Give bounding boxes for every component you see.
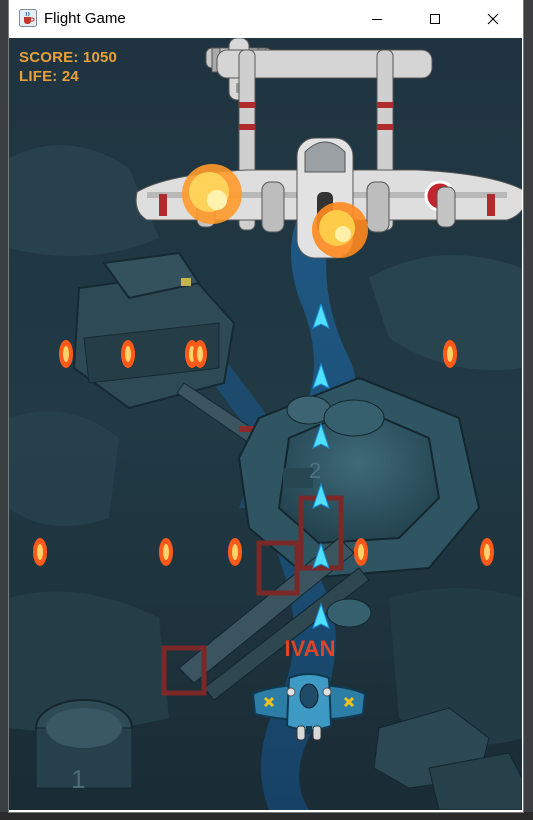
enemy-bullet <box>159 538 173 566</box>
close-icon <box>487 13 499 25</box>
player-bullet <box>312 602 330 629</box>
maximize-icon <box>430 14 440 24</box>
enemy-bullets-row-2 <box>33 538 494 566</box>
boss-enemy-plane <box>135 49 522 259</box>
maximize-button[interactable] <box>412 0 458 38</box>
player-bullet <box>312 482 330 509</box>
explosion-right <box>312 202 368 258</box>
enemy-bullet <box>59 340 73 368</box>
minimize-button[interactable] <box>354 0 400 38</box>
enemy-bullets-row-1 <box>59 340 457 368</box>
enemy-bullet <box>480 538 494 566</box>
title-bar[interactable]: Flight Game <box>9 0 523 38</box>
enemy-bullet <box>33 538 47 566</box>
tower-marking-1: 1 <box>71 764 85 794</box>
life-label: LIFE: 24 <box>19 68 79 85</box>
enemy-bullet <box>354 538 368 566</box>
player-plane[interactable] <box>249 670 369 744</box>
background-editor-right <box>523 0 533 820</box>
enemy-bullet <box>193 340 207 368</box>
explosion-left <box>182 164 242 224</box>
player-name-label: IVAN <box>284 636 336 661</box>
window-title: Flight Game <box>44 10 126 27</box>
game-canvas[interactable]: 2 1 SCORE: 1050 LIFE: 24 IVAN <box>9 38 522 810</box>
player-bullet <box>312 422 330 449</box>
player-bullet <box>312 304 330 329</box>
background-editor-left <box>0 0 9 820</box>
enemy-bullet <box>443 340 457 368</box>
score-label: SCORE: 1050 <box>19 49 118 66</box>
java-cup-icon <box>19 9 37 27</box>
background-editor-bottom <box>0 812 533 820</box>
game-window: Flight Game 2 1 SCORE: 1050 LIFE: 24 IVA… <box>9 0 523 812</box>
close-button[interactable] <box>470 0 516 38</box>
enemy-bullet <box>228 538 242 566</box>
enemy-bullet <box>121 340 135 368</box>
minimize-icon <box>372 19 382 20</box>
